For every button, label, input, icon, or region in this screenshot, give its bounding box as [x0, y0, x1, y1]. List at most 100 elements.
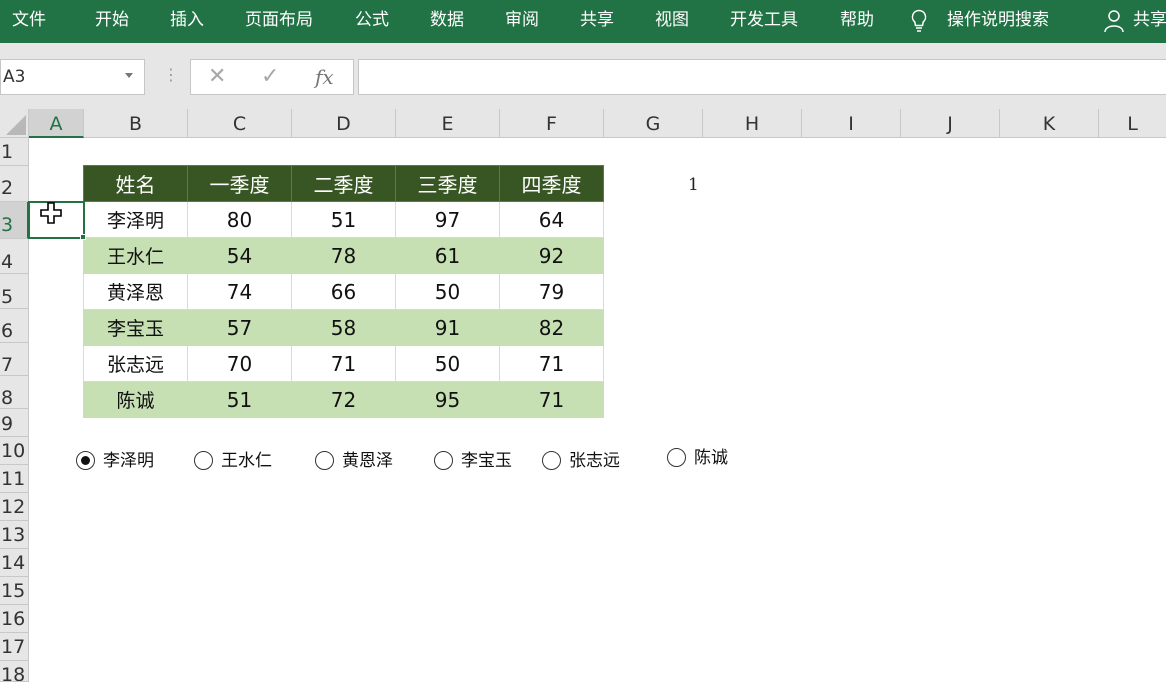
cell-q2[interactable]: 78	[291, 237, 396, 274]
cell-q3[interactable]: 97	[395, 201, 500, 238]
row-header-13[interactable]: 13	[0, 521, 29, 549]
row-header-16[interactable]: 16	[0, 605, 29, 633]
tab-help[interactable]: 帮助	[840, 0, 874, 43]
tab-view[interactable]: 视图	[655, 0, 689, 43]
row-header-12[interactable]: 12	[0, 493, 29, 521]
column-header-j[interactable]: J	[901, 109, 1000, 138]
radio-selected-icon[interactable]	[76, 451, 95, 470]
row-header-15[interactable]: 15	[0, 577, 29, 605]
row-header-7[interactable]: 7	[0, 343, 29, 376]
score-table: 姓名 一季度 二季度 三季度 四季度 李泽明 80 51 97 64 王水仁 5…	[83, 165, 604, 418]
row-header-6[interactable]: 6	[0, 309, 29, 343]
enter-check-icon[interactable]: ✓	[261, 62, 279, 92]
cell-q2[interactable]: 66	[291, 273, 396, 310]
cell-q2[interactable]: 72	[291, 381, 396, 418]
cell-q2[interactable]: 51	[291, 201, 396, 238]
formula-input[interactable]	[358, 59, 1166, 95]
option-label: 王水仁	[221, 451, 272, 471]
cell-g2-value[interactable]: 1	[688, 175, 699, 195]
column-header-d[interactable]: D	[292, 109, 396, 138]
table-row: 黄泽恩 74 66 50 79	[83, 273, 604, 310]
name-box-dropdown-icon[interactable]	[125, 73, 133, 78]
column-header-l[interactable]: L	[1099, 109, 1166, 138]
cell-q3[interactable]: 95	[395, 381, 500, 418]
column-headers: A B C D E F G H I J K L	[0, 109, 1166, 138]
cell-name[interactable]: 李宝玉	[83, 309, 188, 346]
cell-name[interactable]: 陈诚	[83, 381, 188, 418]
radio-icon[interactable]	[194, 451, 213, 470]
cell-q4[interactable]: 79	[499, 273, 604, 310]
tab-page-layout[interactable]: 页面布局	[245, 0, 313, 43]
radio-icon[interactable]	[434, 451, 453, 470]
cell-q3[interactable]: 50	[395, 273, 500, 310]
cell-q4[interactable]: 71	[499, 381, 604, 418]
cell-name[interactable]: 王水仁	[83, 237, 188, 274]
tab-formulas[interactable]: 公式	[355, 0, 389, 43]
cell-q2[interactable]: 71	[291, 345, 396, 382]
share-label: 共享	[1133, 10, 1166, 30]
row-header-4[interactable]: 4	[0, 239, 29, 274]
cell-q1[interactable]: 80	[187, 201, 292, 238]
cell-q4[interactable]: 92	[499, 237, 604, 274]
tab-data[interactable]: 数据	[430, 0, 464, 43]
cell-q3[interactable]: 61	[395, 237, 500, 274]
cell-name[interactable]: 张志远	[83, 345, 188, 382]
column-header-c[interactable]: C	[188, 109, 292, 138]
formula-bar-grip-icon[interactable]: ⋮	[163, 67, 179, 83]
tab-file[interactable]: 文件	[12, 0, 46, 43]
row-header-18[interactable]: 18	[0, 661, 29, 682]
cell-q2[interactable]: 58	[291, 309, 396, 346]
fill-handle[interactable]	[80, 234, 86, 240]
column-header-i[interactable]: I	[802, 109, 901, 138]
cell-q4[interactable]: 71	[499, 345, 604, 382]
header-q1[interactable]: 一季度	[187, 165, 292, 202]
row-header-8[interactable]: 8	[0, 376, 29, 409]
cell-name[interactable]: 李泽明	[83, 201, 188, 238]
cell-q1[interactable]: 70	[187, 345, 292, 382]
tab-home[interactable]: 开始	[95, 0, 129, 43]
tab-review[interactable]: 审阅	[505, 0, 539, 43]
select-all-icon	[6, 115, 26, 135]
header-q4[interactable]: 四季度	[499, 165, 604, 202]
cell-q1[interactable]: 74	[187, 273, 292, 310]
header-q2[interactable]: 二季度	[291, 165, 396, 202]
column-header-f[interactable]: F	[500, 109, 604, 138]
cancel-icon[interactable]: ✕	[208, 62, 226, 92]
tab-developer[interactable]: 开发工具	[730, 0, 798, 43]
insert-function-icon[interactable]: fx	[315, 62, 334, 92]
row-header-5[interactable]: 5	[0, 274, 29, 309]
cell-q1[interactable]: 57	[187, 309, 292, 346]
tab-share[interactable]: 共享	[580, 0, 614, 43]
row-header-3[interactable]: 3	[0, 202, 29, 239]
column-header-g[interactable]: G	[604, 109, 703, 138]
header-q3[interactable]: 三季度	[395, 165, 500, 202]
cell-name[interactable]: 黄泽恩	[83, 273, 188, 310]
row-header-11[interactable]: 11	[0, 465, 29, 493]
radio-icon[interactable]	[315, 451, 334, 470]
row-header-14[interactable]: 14	[0, 549, 29, 577]
column-header-b[interactable]: B	[84, 109, 188, 138]
cell-q1[interactable]: 51	[187, 381, 292, 418]
column-header-h[interactable]: H	[703, 109, 802, 138]
cell-q3[interactable]: 50	[395, 345, 500, 382]
row-header-9[interactable]: 9	[0, 409, 29, 437]
row-header-10[interactable]: 10	[0, 437, 29, 465]
cell-q4[interactable]: 64	[499, 201, 604, 238]
radio-icon[interactable]	[542, 451, 561, 470]
name-box[interactable]: A3	[0, 59, 145, 95]
header-name[interactable]: 姓名	[83, 165, 188, 202]
column-header-e[interactable]: E	[396, 109, 500, 138]
option-label: 陈诚	[694, 448, 728, 468]
select-all-corner[interactable]	[0, 109, 29, 138]
tab-insert[interactable]: 插入	[170, 0, 204, 43]
row-header-2[interactable]: 2	[0, 166, 29, 202]
column-header-k[interactable]: K	[1000, 109, 1099, 138]
column-header-a[interactable]: A	[29, 109, 84, 138]
radio-icon[interactable]	[667, 448, 686, 467]
tell-me-label: 操作说明搜索	[947, 10, 1049, 30]
cell-q1[interactable]: 54	[187, 237, 292, 274]
row-header-1[interactable]: 1	[0, 138, 29, 166]
row-header-17[interactable]: 17	[0, 633, 29, 661]
cell-q4[interactable]: 82	[499, 309, 604, 346]
cell-q3[interactable]: 91	[395, 309, 500, 346]
